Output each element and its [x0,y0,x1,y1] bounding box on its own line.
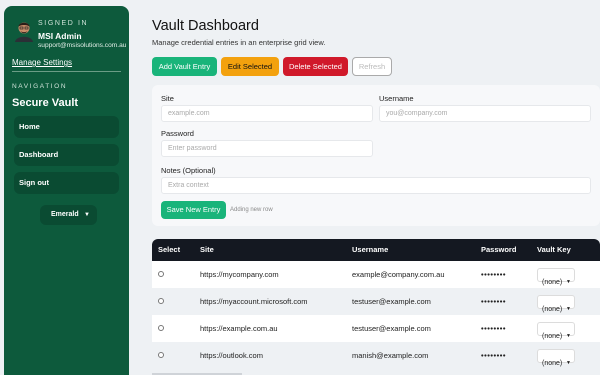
add-vault-entry-button[interactable]: Add Vault Entry [152,57,217,76]
password-label: Password [161,129,194,138]
table-row[interactable]: https://outlook.com manish@example.com •… [152,342,600,369]
signed-in-label: SIGNED IN [38,20,89,27]
edit-selected-button[interactable]: Edit Selected [221,57,279,76]
column-header-select: Select [158,245,181,254]
row-username: manish@example.com [352,351,429,360]
navigation-label: NAVIGATION [12,83,68,90]
table-header: Select Site Username Password Vault Key [152,239,600,261]
form-status-hint: Adding new row [230,207,273,213]
row-site: https://outlook.com [200,351,263,360]
table-row[interactable]: https://myaccount.microsoft.com testuser… [152,288,600,315]
avatar [12,18,36,42]
vault-key-select[interactable]: (none) ▼ [537,322,575,340]
site-input[interactable]: example.com [161,105,373,122]
save-new-entry-button[interactable]: Save New Entry [161,201,226,219]
vault-table: Select Site Username Password Vault Key … [152,239,600,369]
notes-label: Notes (Optional) [161,166,216,175]
chevron-down-icon: ▼ [84,212,90,218]
row-password: •••••••• [481,324,507,333]
username-label: Username [379,94,414,103]
row-username: testuser@example.com [352,324,431,333]
row-username: example@company.com.au [352,270,445,279]
password-input[interactable]: Enter password [161,140,373,157]
column-header-password: Password [481,245,517,254]
user-email: support@msisolutions.com.au [38,42,127,49]
column-header-site: Site [200,245,214,254]
site-label: Site [161,94,174,103]
row-site: https://example.com.au [200,324,278,333]
theme-select[interactable]: Emerald ▼ [40,205,97,225]
table-row[interactable]: https://mycompany.com example@company.co… [152,261,600,288]
brand-title: Secure Vault [12,97,79,109]
notes-input[interactable]: Extra context [161,177,591,194]
sidebar: SIGNED IN MSI Admin support@msisolutions… [4,6,129,375]
page-title: Vault Dashboard [152,18,259,34]
sidebar-item-home[interactable]: Home [14,116,119,138]
sidebar-item-sign-out[interactable]: Sign out [14,172,119,194]
vault-key-select[interactable]: (none) ▼ [537,349,575,367]
vault-key-select[interactable]: (none) ▼ [537,268,575,286]
page-subtitle: Manage credential entries in an enterpri… [152,38,326,47]
row-select-radio[interactable] [158,325,164,331]
vault-key-select[interactable]: (none) ▼ [537,295,575,313]
row-select-radio[interactable] [158,298,164,304]
username-input[interactable]: you@company.com [379,105,591,122]
user-name: MSI Admin [38,31,82,41]
row-password: •••••••• [481,351,507,360]
row-site: https://mycompany.com [200,270,279,279]
chevron-down-icon: ▼ [566,360,571,366]
row-select-radio[interactable] [158,352,164,358]
manage-settings-link[interactable]: Manage Settings [12,58,72,67]
delete-selected-button[interactable]: Delete Selected [283,57,348,76]
sidebar-item-dashboard[interactable]: Dashboard [14,144,119,166]
column-header-vault-key: Vault Key [537,245,571,254]
theme-select-value: Emerald [51,211,79,218]
refresh-button[interactable]: Refresh [352,57,392,76]
row-password: •••••••• [481,297,507,306]
column-header-username: Username [352,245,389,254]
table-row[interactable]: https://example.com.au testuser@example.… [152,315,600,342]
row-site: https://myaccount.microsoft.com [200,297,308,306]
row-select-radio[interactable] [158,271,164,277]
sidebar-divider [12,71,121,72]
vault-key-value: (none) [542,360,563,367]
row-username: testuser@example.com [352,297,431,306]
row-password: •••••••• [481,270,507,279]
